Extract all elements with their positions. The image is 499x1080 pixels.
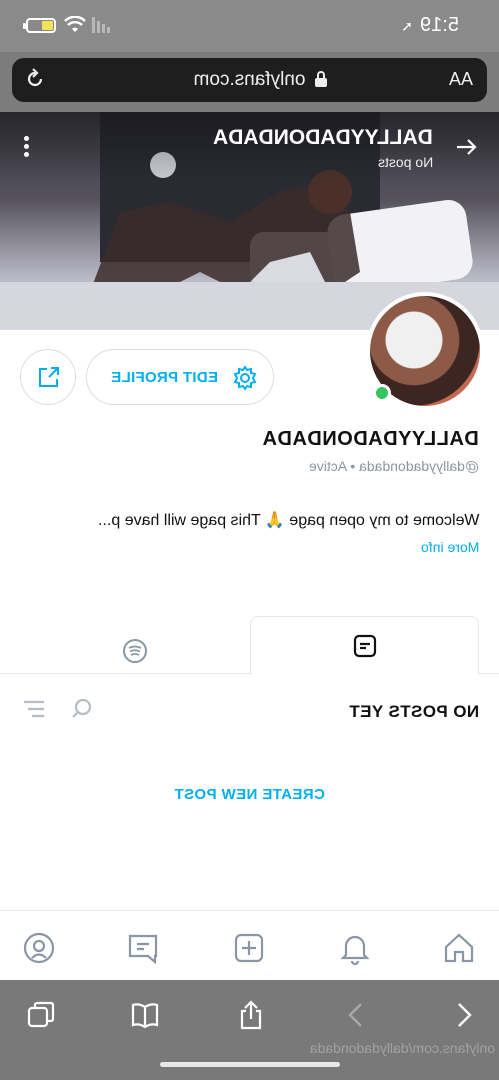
profile-handle: @dallyydadondada	[358, 458, 479, 474]
add-icon[interactable]	[232, 931, 266, 965]
bottom-nav	[0, 910, 499, 980]
profile-name: DALLYYDADONDADA	[262, 428, 479, 450]
wifi-icon	[64, 16, 86, 32]
lock-icon	[315, 71, 327, 87]
forward-icon[interactable]	[448, 1000, 478, 1030]
home-indicator[interactable]	[160, 1062, 340, 1067]
share-icon	[39, 367, 59, 387]
tab-posts[interactable]	[250, 616, 479, 675]
messages-icon[interactable]	[126, 931, 160, 965]
search-icon[interactable]	[70, 696, 94, 720]
bookmarks-icon[interactable]	[130, 1000, 160, 1030]
posts-icon	[353, 634, 377, 658]
more-options-icon[interactable]	[22, 136, 30, 158]
profile-page: DALLYYDADONDADA No posts EDIT PROFILE DA…	[0, 112, 499, 980]
browser-toolbar: onlyfans.com/dallydadondada	[0, 980, 499, 1080]
cover-name: DALLYYDADONDADA	[213, 126, 433, 149]
meta-separator: •	[346, 458, 356, 474]
text-size-button[interactable]: AA	[449, 69, 473, 90]
footer-url: onlyfans.com/dallydadondada	[309, 1040, 495, 1056]
share-button[interactable]	[20, 349, 76, 405]
gear-icon	[233, 365, 257, 391]
url-text[interactable]: onlyfans.com	[12, 69, 487, 91]
content-tabs	[0, 616, 499, 675]
sort-icon[interactable]	[22, 698, 46, 720]
spotify-icon	[123, 639, 147, 663]
home-icon[interactable]	[442, 931, 476, 965]
profile-meta: @dallyydadondada • Active	[309, 458, 479, 474]
status-bar: ➚ 5:19	[0, 0, 499, 52]
profile-status: Active	[308, 458, 347, 474]
arrow-right-icon[interactable]	[455, 136, 477, 158]
signal-icon	[92, 17, 110, 33]
create-new-post-button[interactable]: CREATE NEW POST	[0, 786, 499, 803]
more-info-link[interactable]: More info	[421, 539, 479, 555]
clock: 5:19	[420, 14, 459, 36]
edit-profile-button[interactable]: EDIT PROFILE	[86, 349, 274, 405]
posts-filter-row: NO POSTS YET	[0, 692, 499, 748]
address-bar[interactable]: onlyfans.com AA	[12, 58, 487, 102]
cover-post-count: No posts	[377, 154, 433, 170]
back-icon[interactable]	[342, 1000, 372, 1030]
location-arrow-icon: ➚	[401, 18, 413, 34]
bell-icon[interactable]	[338, 931, 372, 965]
profile-icon[interactable]	[22, 931, 56, 965]
profile-bio: Welcome to my open page 🙏 This page will…	[97, 512, 479, 529]
no-posts-label: NO POSTS YET	[348, 702, 479, 721]
share-sheet-icon[interactable]	[236, 1000, 266, 1030]
battery-icon	[23, 18, 56, 33]
edit-profile-label: EDIT PROFILE	[111, 369, 218, 386]
tab-spotify[interactable]	[0, 628, 250, 674]
tabs-icon[interactable]	[26, 1000, 56, 1030]
online-status-indicator	[373, 384, 391, 402]
